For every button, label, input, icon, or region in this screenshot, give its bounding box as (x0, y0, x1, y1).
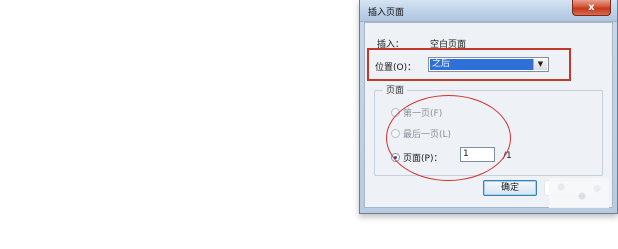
page-total: /1 (503, 151, 512, 161)
close-button[interactable]: x (572, 0, 611, 16)
dialog-title: 插入页面 (368, 8, 405, 18)
ok-button[interactable]: 确定 (483, 180, 537, 196)
radio-button-icon[interactable] (391, 108, 400, 117)
radio-last-page-label: 最后一页(L) (403, 130, 452, 140)
pages-group-title: 页面 (383, 83, 408, 96)
position-selected-value: 之后 (430, 59, 533, 70)
dialog-body: 插入： 空白页面 位置(O)： 之后 ▼ 页面 第一页(F) 最后一页(L) 页… (364, 22, 613, 208)
radio-first-page[interactable]: 第一页(F) (391, 106, 442, 119)
radio-page[interactable]: 页面(P)： (391, 151, 442, 164)
radio-page-label: 页面(P)： (403, 154, 443, 164)
insert-label: 插入： (377, 40, 405, 50)
chevron-down-icon[interactable]: ▼ (533, 59, 547, 70)
page-number-input[interactable]: 1 (460, 147, 495, 162)
radio-first-page-label: 第一页(F) (403, 109, 443, 119)
insert-value: 空白页面 (430, 40, 467, 50)
radio-button-checked-icon[interactable] (391, 153, 400, 162)
position-label: 位置(O)： (375, 63, 417, 73)
cancel-button[interactable] (544, 180, 598, 196)
radio-button-icon[interactable] (391, 129, 400, 138)
insert-page-dialog: 插入页面 x 插入： 空白页面 位置(O)： 之后 ▼ 页面 第一页(F) 最后… (359, 0, 618, 214)
close-icon: x (588, 2, 595, 13)
title-bar[interactable]: 插入页面 x (360, 0, 617, 22)
position-dropdown[interactable]: 之后 ▼ (428, 57, 549, 72)
radio-last-page[interactable]: 最后一页(L) (391, 127, 451, 140)
